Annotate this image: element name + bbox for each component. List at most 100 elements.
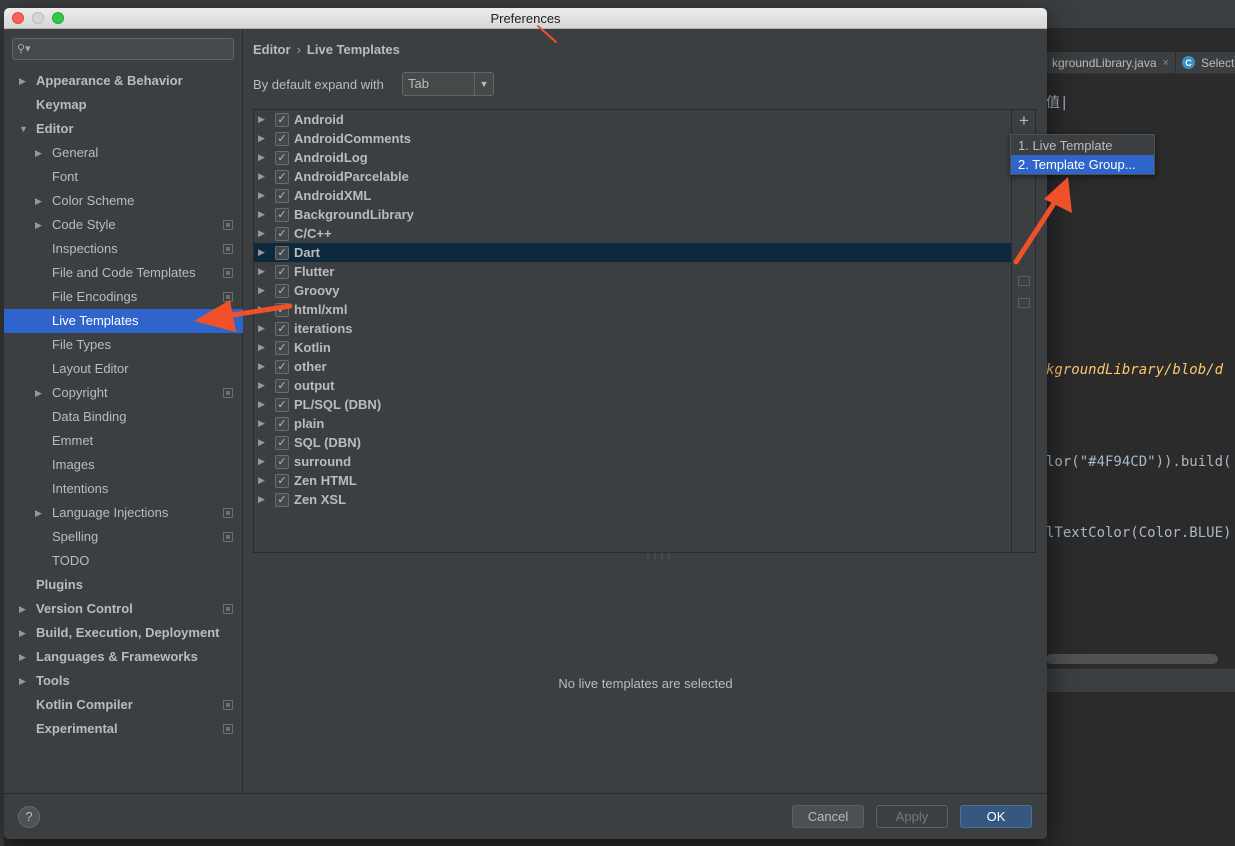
chevron-right-icon[interactable]: ▶ (258, 186, 265, 205)
template-group-row[interactable]: ▶ ✓ output (254, 376, 1011, 395)
template-group-row[interactable]: ▶ ✓ plain (254, 414, 1011, 433)
chevron-right-icon[interactable]: ▶ (258, 452, 265, 471)
list-icon[interactable] (1018, 298, 1030, 308)
add-button[interactable]: + (1016, 112, 1032, 129)
template-group-checkbox[interactable]: ✓ (275, 417, 289, 431)
sidebar-item-language-injections[interactable]: ▶ Language Injections (4, 501, 243, 525)
chevron-right-icon[interactable]: ▶ (19, 597, 26, 621)
template-group-row[interactable]: ▶ ✓ Dart (254, 243, 1011, 262)
sidebar-item-layout-editor[interactable]: Layout Editor (4, 357, 243, 381)
chevron-right-icon[interactable]: ▶ (258, 129, 265, 148)
breadcrumb-parent[interactable]: Editor (253, 42, 291, 57)
chevron-right-icon[interactable]: ▶ (35, 501, 42, 525)
help-button[interactable]: ? (18, 806, 40, 828)
ide-tab-selector[interactable]: C Selector (1176, 52, 1235, 73)
template-group-checkbox[interactable]: ✓ (275, 151, 289, 165)
chevron-right-icon[interactable]: ▶ (258, 110, 265, 129)
template-group-checkbox[interactable]: ✓ (275, 436, 289, 450)
chevron-right-icon[interactable]: ▶ (35, 189, 42, 213)
apply-button[interactable]: Apply (876, 805, 948, 828)
sidebar-item-font[interactable]: Font (4, 165, 243, 189)
chevron-right-icon[interactable]: ▶ (258, 471, 265, 490)
chevron-right-icon[interactable]: ▶ (258, 205, 265, 224)
sidebar-item-build-execution-deployment[interactable]: ▶ Build, Execution, Deployment (4, 621, 243, 645)
sidebar-item-keymap[interactable]: Keymap (4, 93, 243, 117)
cancel-button[interactable]: Cancel (792, 805, 864, 828)
chevron-right-icon[interactable]: ▶ (258, 167, 265, 186)
sidebar-item-general[interactable]: ▶ General (4, 141, 243, 165)
sidebar-item-tools[interactable]: ▶ Tools (4, 669, 243, 693)
template-group-row[interactable]: ▶ ✓ AndroidComments (254, 129, 1011, 148)
sidebar-item-file-and-code-templates[interactable]: File and Code Templates (4, 261, 243, 285)
chevron-down-icon[interactable]: ▼ (19, 117, 28, 141)
template-group-row[interactable]: ▶ ✓ C/C++ (254, 224, 1011, 243)
sidebar-item-todo[interactable]: TODO (4, 549, 243, 573)
splitter-handle[interactable]: ⋮⋮⋮⋮ (644, 552, 673, 560)
sidebar-item-images[interactable]: Images (4, 453, 243, 477)
sidebar-item-editor[interactable]: ▼ Editor (4, 117, 243, 141)
template-group-checkbox[interactable]: ✓ (275, 227, 289, 241)
sidebar-item-spelling[interactable]: Spelling (4, 525, 243, 549)
sidebar-item-live-templates[interactable]: Live Templates (4, 309, 243, 333)
menu-item-template-group[interactable]: 2. Template Group... (1011, 155, 1154, 174)
template-group-checkbox[interactable]: ✓ (275, 284, 289, 298)
sidebar-item-appearance-behavior[interactable]: ▶ Appearance & Behavior (4, 69, 243, 93)
chevron-right-icon[interactable]: ▶ (19, 69, 26, 93)
sidebar-item-languages-frameworks[interactable]: ▶ Languages & Frameworks (4, 645, 243, 669)
close-icon[interactable]: × (1163, 57, 1169, 69)
sidebar-item-code-style[interactable]: ▶ Code Style (4, 213, 243, 237)
template-group-checkbox[interactable]: ✓ (275, 322, 289, 336)
template-group-row[interactable]: ▶ ✓ surround (254, 452, 1011, 471)
ok-button[interactable]: OK (960, 805, 1032, 828)
chevron-right-icon[interactable]: ▶ (35, 213, 42, 237)
template-group-checkbox[interactable]: ✓ (275, 189, 289, 203)
search-icon[interactable]: ⚲▾ (17, 42, 31, 55)
template-group-row[interactable]: ▶ ✓ Zen HTML (254, 471, 1011, 490)
sidebar-item-data-binding[interactable]: Data Binding (4, 405, 243, 429)
ide-horizontal-scrollbar[interactable] (1046, 654, 1218, 664)
template-group-row[interactable]: ▶ ✓ iterations (254, 319, 1011, 338)
chevron-right-icon[interactable]: ▶ (258, 281, 265, 300)
chevron-right-icon[interactable]: ▶ (258, 262, 265, 281)
chevron-right-icon[interactable]: ▶ (258, 395, 265, 414)
template-group-checkbox[interactable]: ✓ (275, 493, 289, 507)
template-group-checkbox[interactable]: ✓ (275, 113, 289, 127)
template-group-row[interactable]: ▶ ✓ PL/SQL (DBN) (254, 395, 1011, 414)
chevron-right-icon[interactable]: ▶ (19, 645, 26, 669)
template-group-row[interactable]: ▶ ✓ Kotlin (254, 338, 1011, 357)
sidebar-item-experimental[interactable]: Experimental (4, 717, 243, 741)
chevron-right-icon[interactable]: ▶ (35, 381, 42, 405)
template-group-checkbox[interactable]: ✓ (275, 341, 289, 355)
sidebar-item-color-scheme[interactable]: ▶ Color Scheme (4, 189, 243, 213)
chevron-right-icon[interactable]: ▶ (258, 376, 265, 395)
template-group-row[interactable]: ▶ ✓ Flutter (254, 262, 1011, 281)
template-group-checkbox[interactable]: ✓ (275, 265, 289, 279)
chevron-right-icon[interactable]: ▶ (258, 338, 265, 357)
template-group-checkbox[interactable]: ✓ (275, 474, 289, 488)
ide-tab-backgroundlibrary[interactable]: kgroundLibrary.java × (1046, 52, 1176, 73)
chevron-right-icon[interactable]: ▶ (258, 300, 265, 319)
template-group-row[interactable]: ▶ ✓ SQL (DBN) (254, 433, 1011, 452)
expand-with-select[interactable]: Tab ▼ (402, 72, 494, 96)
template-group-checkbox[interactable]: ✓ (275, 455, 289, 469)
chevron-right-icon[interactable]: ▶ (35, 141, 42, 165)
template-group-row[interactable]: ▶ ✓ Android (254, 110, 1011, 129)
template-group-row[interactable]: ▶ ✓ AndroidXML (254, 186, 1011, 205)
sidebar-item-emmet[interactable]: Emmet (4, 429, 243, 453)
template-group-checkbox[interactable]: ✓ (275, 132, 289, 146)
template-group-row[interactable]: ▶ ✓ AndroidParcelable (254, 167, 1011, 186)
settings-search-input[interactable]: ⚲▾ (12, 38, 234, 60)
menu-item-live-template[interactable]: 1. Live Template (1011, 136, 1154, 155)
sidebar-item-intentions[interactable]: Intentions (4, 477, 243, 501)
chevron-right-icon[interactable]: ▶ (258, 357, 265, 376)
chevron-right-icon[interactable]: ▶ (258, 319, 265, 338)
template-group-row[interactable]: ▶ ✓ other (254, 357, 1011, 376)
template-group-row[interactable]: ▶ ✓ AndroidLog (254, 148, 1011, 167)
template-group-checkbox[interactable]: ✓ (275, 170, 289, 184)
chevron-right-icon[interactable]: ▶ (258, 224, 265, 243)
chevron-right-icon[interactable]: ▶ (258, 243, 265, 262)
sidebar-item-inspections[interactable]: Inspections (4, 237, 243, 261)
template-group-checkbox[interactable]: ✓ (275, 398, 289, 412)
template-group-row[interactable]: ▶ ✓ html/xml (254, 300, 1011, 319)
template-group-row[interactable]: ▶ ✓ BackgroundLibrary (254, 205, 1011, 224)
